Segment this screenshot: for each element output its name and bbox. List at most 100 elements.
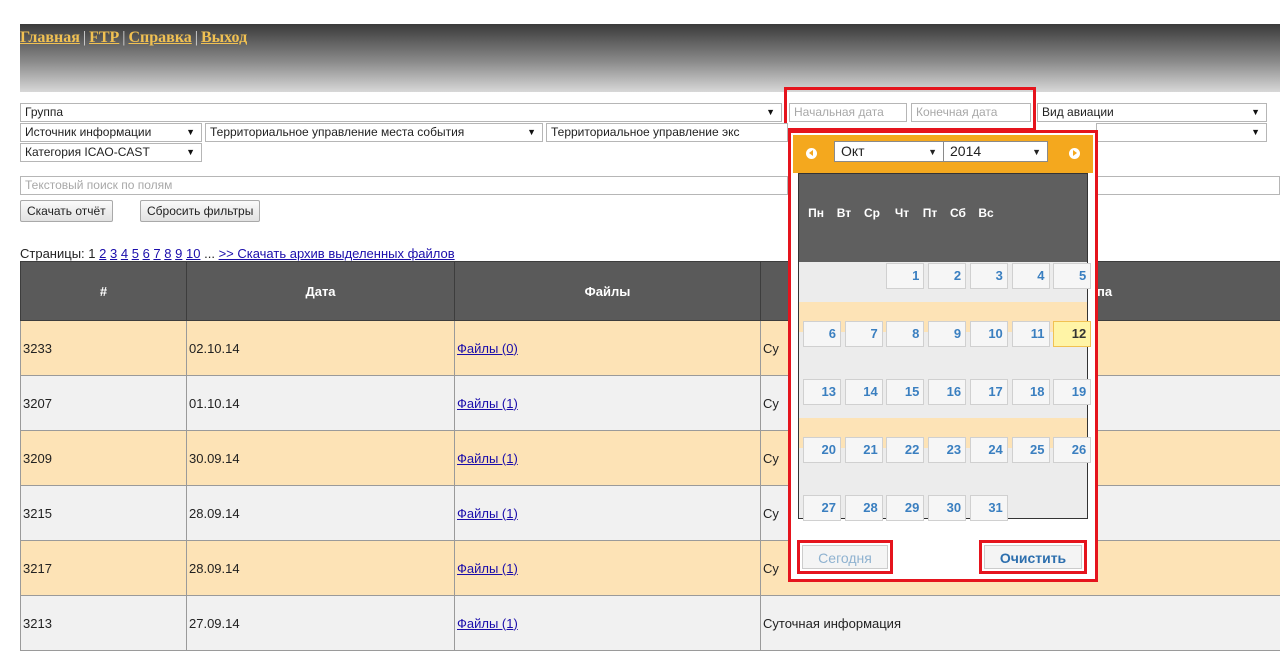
page-link[interactable]: 6 <box>143 246 150 261</box>
territorial-event-select[interactable]: Территориальное управление места события <box>205 123 543 142</box>
year-select[interactable]: 2014 <box>943 141 1048 162</box>
day-cell[interactable]: 3 <box>969 263 1008 289</box>
today-button-label: Сегодня <box>802 545 888 569</box>
day-cell[interactable]: 15 <box>886 379 925 405</box>
page-link[interactable]: 3 <box>110 246 117 261</box>
day-cell[interactable]: 12 <box>1053 321 1092 347</box>
day-cell[interactable]: 16 <box>928 379 967 405</box>
page-link[interactable]: 9 <box>175 246 182 261</box>
files-link[interactable]: Файлы (1) <box>457 616 518 631</box>
extra-select[interactable] <box>1096 123 1267 142</box>
row-id: 3217 <box>20 540 187 596</box>
nav-ftp-link[interactable]: FTP <box>89 29 119 46</box>
day-cell[interactable]: 29 <box>886 495 925 521</box>
clear-button-label: Очистить <box>984 545 1082 569</box>
day-cell[interactable]: 18 <box>1011 379 1050 405</box>
day-cell[interactable]: 7 <box>844 321 883 347</box>
day-cell[interactable]: 10 <box>969 321 1008 347</box>
weekday-label: Пн <box>808 206 824 220</box>
day-cell[interactable]: 28 <box>844 495 883 521</box>
day-cell[interactable]: 5 <box>1053 263 1092 289</box>
date-range-highlight <box>784 87 1036 131</box>
day-cell[interactable]: 1 <box>886 263 925 289</box>
pagination-ellipsis: ... <box>204 246 215 261</box>
day-cell[interactable]: 20 <box>803 437 841 463</box>
weekday-label: Ср <box>864 206 880 220</box>
day-cell[interactable]: 25 <box>1011 437 1050 463</box>
day-cell[interactable]: 19 <box>1053 379 1092 405</box>
weekday-label: Вт <box>836 206 852 220</box>
files-link[interactable]: Файлы (1) <box>457 561 518 576</box>
day-cell[interactable]: 2 <box>928 263 967 289</box>
day-cell[interactable]: 21 <box>844 437 883 463</box>
column-header-date[interactable]: Дата <box>186 261 455 321</box>
page-link[interactable]: 7 <box>153 246 160 261</box>
day-cell[interactable]: 23 <box>928 437 967 463</box>
day-cell[interactable]: 14 <box>844 379 883 405</box>
page-link[interactable]: 4 <box>121 246 128 261</box>
reset-filters-button[interactable]: Сбросить фильтры <box>140 200 261 222</box>
weekday-label: Чт <box>894 206 910 220</box>
nav-help-link[interactable]: Справка <box>129 29 192 46</box>
prev-month-icon[interactable] <box>806 148 817 159</box>
datepicker-footer: Сегодня Очистить <box>791 529 1095 579</box>
day-cell[interactable]: 31 <box>969 495 1008 521</box>
row-files-cell: Файлы (1) <box>454 540 761 596</box>
clear-button[interactable]: Очистить <box>979 540 1087 574</box>
weekday-label: Пт <box>922 206 938 220</box>
day-cell[interactable]: 6 <box>803 321 841 347</box>
column-header-files[interactable]: Файлы <box>454 261 761 321</box>
main-nav: Главная | FTP | Справка | Выход <box>20 29 247 47</box>
files-link[interactable]: Файлы (1) <box>457 451 518 466</box>
day-cell[interactable]: 13 <box>803 379 841 405</box>
day-cell[interactable]: 22 <box>886 437 925 463</box>
day-cell[interactable]: 4 <box>1011 263 1050 289</box>
row-files-cell: Файлы (1) <box>454 595 761 651</box>
files-link[interactable]: Файлы (0) <box>457 341 518 356</box>
text-search-input-tail[interactable] <box>1096 176 1280 195</box>
next-month-icon[interactable] <box>1069 148 1080 159</box>
nav-home-link[interactable]: Главная <box>20 29 80 46</box>
page-link[interactable]: 2 <box>99 246 106 261</box>
nav-separator: | <box>122 29 126 46</box>
day-cell[interactable]: 17 <box>969 379 1008 405</box>
page-link[interactable]: 5 <box>132 246 139 261</box>
row-id: 3215 <box>20 485 187 541</box>
territorial-exploit-select[interactable]: Территориальное управление экс <box>546 123 788 142</box>
download-archive-link[interactable]: >> Скачать архив выделенных файлов <box>219 246 455 261</box>
row-date: 30.09.14 <box>186 430 455 486</box>
group-select[interactable]: Группа <box>20 103 782 122</box>
datepicker-grid: Пн Вт Ср Чт Пт Сб Вс 1 2 3 4 5 6 7 8 9 10 11 12 13 14… <box>798 173 1092 521</box>
info-source-select[interactable]: Источник информации <box>20 123 202 142</box>
nav-separator: | <box>194 29 198 46</box>
row-files-cell: Файлы (0) <box>454 320 761 376</box>
day-cell[interactable]: 26 <box>1053 437 1092 463</box>
month-select[interactable]: Окт <box>834 141 944 162</box>
row-files-cell: Файлы (1) <box>454 430 761 486</box>
day-cell[interactable]: 24 <box>969 437 1008 463</box>
files-link[interactable]: Файлы (1) <box>457 506 518 521</box>
table-row[interactable]: 3213 27.09.14 Файлы (1) Суточная информа… <box>20 595 1280 651</box>
day-cell[interactable]: 9 <box>928 321 967 347</box>
row-date: 27.09.14 <box>186 595 455 651</box>
text-search-input[interactable]: Текстовый поиск по полям <box>20 176 788 195</box>
column-header-id[interactable]: # <box>20 261 187 321</box>
day-cell[interactable]: 27 <box>803 495 841 521</box>
icao-category-select[interactable]: Категория ICAO-CAST <box>20 143 202 162</box>
pagination: Страницы: 1 2 3 4 5 6 7 8 9 10 ... >> Ск… <box>20 246 455 261</box>
page-link[interactable]: 10 <box>186 246 200 261</box>
download-report-button[interactable]: Скачать отчёт <box>20 200 113 222</box>
day-cell[interactable]: 8 <box>886 321 925 347</box>
files-link[interactable]: Файлы (1) <box>457 396 518 411</box>
nav-exit-link[interactable]: Выход <box>201 29 247 46</box>
row-files-cell: Файлы (1) <box>454 375 761 431</box>
datepicker-popup: Окт 2014 Пн Вт Ср Чт Пт Сб Вс 1234567891… <box>788 130 1098 582</box>
day-cell[interactable]: 30 <box>928 495 967 521</box>
row-type: Суточная информация <box>760 595 1280 651</box>
aviation-type-select[interactable]: Вид авиации <box>1037 103 1267 122</box>
page-link[interactable]: 8 <box>164 246 171 261</box>
today-button[interactable]: Сегодня <box>797 540 893 574</box>
day-cell[interactable]: 11 <box>1011 321 1050 347</box>
pagination-label: Страницы: 1 <box>20 246 96 261</box>
row-date: 28.09.14 <box>186 540 455 596</box>
